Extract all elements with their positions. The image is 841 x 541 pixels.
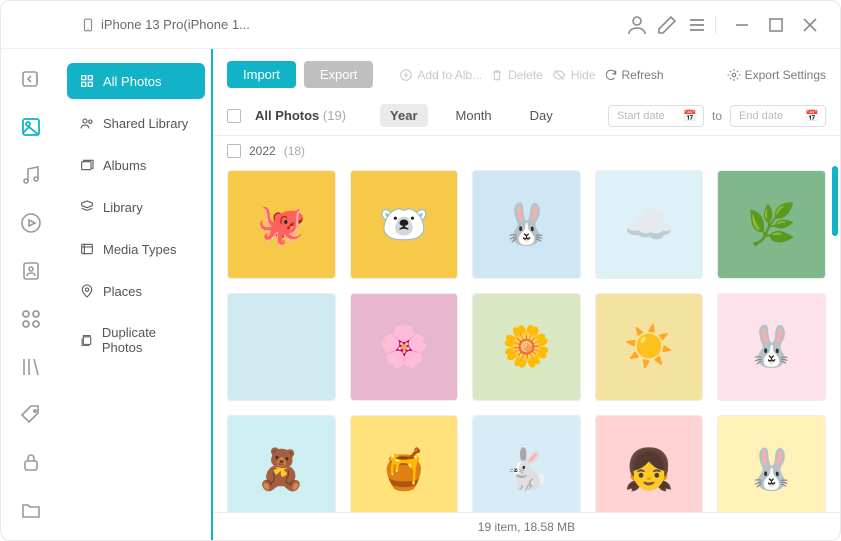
- start-date-input[interactable]: Start date📅: [608, 105, 704, 127]
- status-bar: 19 item, 18.58 MB: [213, 512, 840, 540]
- close-button[interactable]: [796, 13, 824, 37]
- year-group-header: 2022 (18): [213, 136, 840, 166]
- export-button[interactable]: Export: [304, 61, 374, 88]
- device-label[interactable]: iPhone 13 Pro(iPhone 1...: [81, 16, 250, 34]
- photo-thumbnail[interactable]: 🌿: [717, 170, 826, 279]
- scrollbar[interactable]: [832, 166, 838, 236]
- sidebar-item-label: Media Types: [103, 242, 176, 257]
- phone-icon: [81, 16, 95, 34]
- user-icon[interactable]: [625, 13, 649, 37]
- sidebar-item-label: Albums: [103, 158, 146, 173]
- main-panel: Import Export Add to Alb... Delete Hide …: [211, 49, 840, 540]
- edit-icon[interactable]: [655, 13, 679, 37]
- photo-thumbnail[interactable]: 🐰: [472, 170, 581, 279]
- segment-year[interactable]: Year: [380, 104, 427, 127]
- sidebar-item-label: All Photos: [103, 74, 162, 89]
- nav-rail: [1, 49, 61, 540]
- maximize-button[interactable]: [762, 13, 790, 37]
- photo-thumbnail[interactable]: 👧: [595, 415, 704, 512]
- trash-icon: [490, 68, 504, 82]
- group-count: (18): [284, 144, 305, 158]
- delete-button[interactable]: Delete: [490, 68, 543, 82]
- sidebar-item-label: Library: [103, 200, 143, 215]
- photo-thumbnail[interactable]: 🍯: [350, 415, 459, 512]
- apps-icon[interactable]: [19, 307, 43, 331]
- photo-thumbnail[interactable]: 🐇: [472, 415, 581, 512]
- refresh-button[interactable]: Refresh: [604, 68, 664, 82]
- device-name: iPhone 13 Pro(iPhone 1...: [101, 17, 250, 32]
- sidebar-item-places[interactable]: Places: [67, 273, 205, 309]
- photo-thumbnail[interactable]: 🐙: [227, 170, 336, 279]
- photo-thumbnail[interactable]: 🌸: [350, 293, 459, 402]
- shared-icon: [79, 115, 95, 131]
- sidebar-item-library[interactable]: Library: [67, 189, 205, 225]
- photo-thumbnail[interactable]: 🌼: [472, 293, 581, 402]
- albums-icon: [79, 157, 95, 173]
- calendar-icon: 📅: [683, 109, 697, 122]
- books-icon[interactable]: [19, 355, 43, 379]
- segment-day[interactable]: Day: [520, 104, 563, 127]
- gear-icon: [727, 68, 741, 82]
- eye-off-icon: [551, 68, 567, 82]
- contacts-icon[interactable]: [19, 259, 43, 283]
- hide-button[interactable]: Hide: [551, 68, 596, 82]
- minimize-button[interactable]: [728, 13, 756, 37]
- photo-thumbnail[interactable]: 🐰: [717, 415, 826, 512]
- sidebar-item-media-types[interactable]: Media Types: [67, 231, 205, 267]
- sidebar-item-duplicate-photos[interactable]: Duplicate Photos: [67, 315, 205, 365]
- photo-thumbnail[interactable]: 🧸: [227, 415, 336, 512]
- to-label: to: [712, 109, 722, 123]
- duplicates-icon: [79, 332, 94, 348]
- segment-month[interactable]: Month: [446, 104, 502, 127]
- select-all-checkbox[interactable]: [227, 109, 241, 123]
- photo-thumbnail[interactable]: ☁️: [595, 170, 704, 279]
- sidebar-item-shared-library[interactable]: Shared Library: [67, 105, 205, 141]
- sidebar: All Photos Shared Library Albums Library…: [61, 49, 211, 540]
- media-types-icon: [79, 241, 95, 257]
- photo-grid: 🐙🐻‍❄️🐰☁️🌿🌸🌼☀️🐰🧸🍯🐇👧🐰: [213, 166, 840, 512]
- refresh-icon: [604, 68, 618, 82]
- security-icon[interactable]: [19, 451, 43, 475]
- photo-thumbnail[interactable]: 🐰: [717, 293, 826, 402]
- music-icon[interactable]: [19, 163, 43, 187]
- menu-icon[interactable]: [685, 13, 709, 37]
- export-settings-button[interactable]: Export Settings: [727, 68, 826, 82]
- photo-thumbnail[interactable]: [227, 293, 336, 402]
- photo-thumbnail[interactable]: ☀️: [595, 293, 704, 402]
- sidebar-item-albums[interactable]: Albums: [67, 147, 205, 183]
- sidebar-item-label: Duplicate Photos: [102, 325, 193, 355]
- filter-bar: All Photos (19) Year Month Day Start dat…: [213, 96, 840, 136]
- group-checkbox[interactable]: [227, 144, 241, 158]
- photos-icon[interactable]: [19, 115, 43, 139]
- group-year: 2022: [249, 144, 276, 158]
- videos-icon[interactable]: [19, 211, 43, 235]
- status-text: 19 item, 18.58 MB: [478, 520, 575, 534]
- sidebar-item-label: Places: [103, 284, 142, 299]
- tags-icon[interactable]: [19, 403, 43, 427]
- files-icon[interactable]: [19, 499, 43, 523]
- sidebar-item-all-photos[interactable]: All Photos: [67, 63, 205, 99]
- calendar-icon: 📅: [805, 109, 819, 122]
- toolbar: Import Export Add to Alb... Delete Hide …: [213, 49, 840, 96]
- places-icon: [79, 283, 95, 299]
- grid-icon: [79, 73, 95, 89]
- import-button[interactable]: Import: [227, 61, 296, 88]
- plus-circle-icon: [399, 68, 413, 82]
- photo-thumbnail[interactable]: 🐻‍❄️: [350, 170, 459, 279]
- library-icon: [79, 199, 95, 215]
- back-icon[interactable]: [19, 67, 43, 91]
- sidebar-item-label: Shared Library: [103, 116, 188, 131]
- end-date-input[interactable]: End date📅: [730, 105, 826, 127]
- all-photos-label: All Photos (19): [255, 108, 346, 123]
- add-to-album-button[interactable]: Add to Alb...: [399, 68, 482, 82]
